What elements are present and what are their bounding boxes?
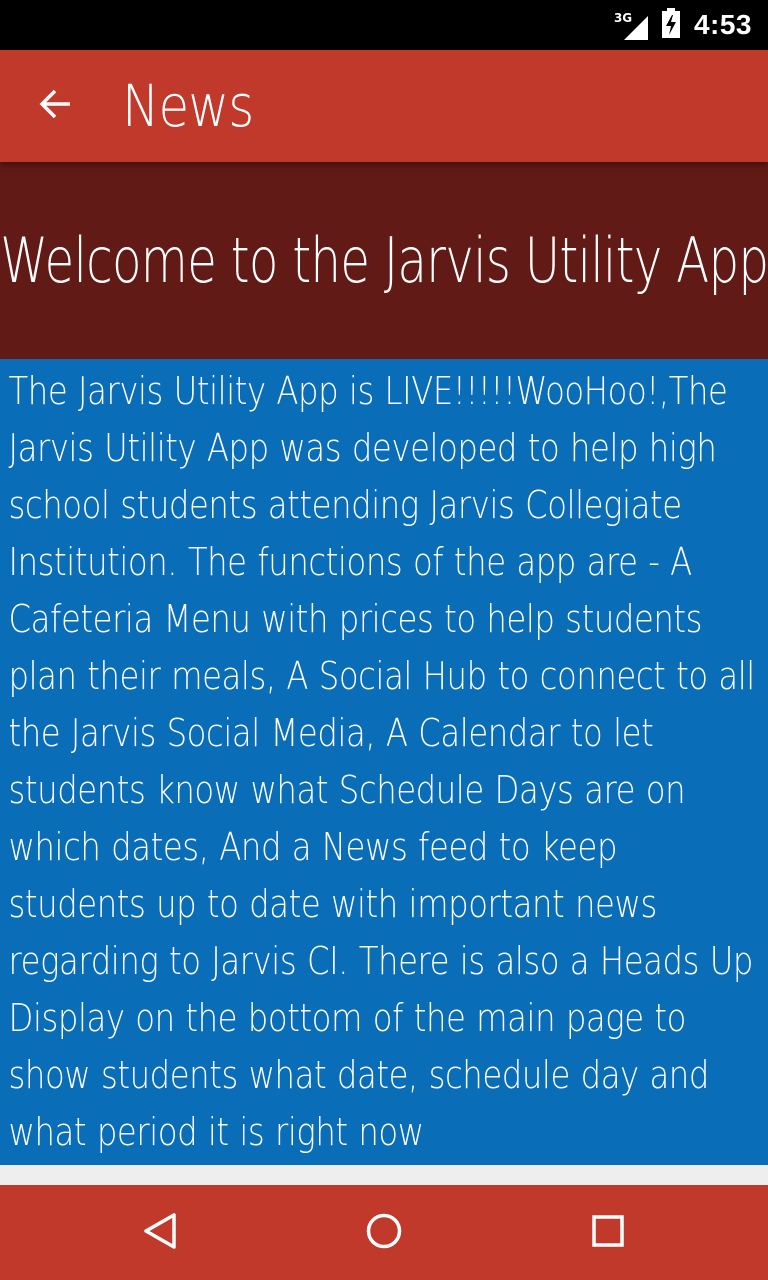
signal-icon: 3G bbox=[614, 10, 648, 40]
navigation-bar bbox=[0, 1185, 768, 1280]
nav-back-button[interactable] bbox=[100, 1185, 220, 1280]
welcome-banner: Welcome to the Jarvis Utility App bbox=[0, 162, 768, 359]
status-icons: 3G 4:53 bbox=[614, 0, 752, 50]
content-divider bbox=[0, 1165, 768, 1185]
news-content: The Jarvis Utility App is LIVE!!!!!WooHo… bbox=[0, 359, 768, 1165]
back-button[interactable] bbox=[28, 78, 84, 134]
arrow-left-icon bbox=[38, 86, 74, 126]
welcome-heading: Welcome to the Jarvis Utility App bbox=[0, 224, 768, 297]
nav-recents-button[interactable] bbox=[548, 1185, 668, 1280]
nav-back-icon bbox=[140, 1211, 180, 1255]
nav-home-icon bbox=[364, 1211, 404, 1255]
nav-home-button[interactable] bbox=[324, 1185, 444, 1280]
status-time: 4:53 bbox=[693, 9, 752, 40]
nav-recents-icon bbox=[588, 1211, 628, 1255]
app-bar: News bbox=[0, 50, 768, 162]
battery-charging-icon bbox=[661, 8, 680, 42]
page-title: News bbox=[122, 72, 254, 140]
status-bar: 3G 4:53 bbox=[0, 0, 768, 50]
news-body-text: The Jarvis Utility App is LIVE!!!!!WooHo… bbox=[8, 369, 756, 1154]
